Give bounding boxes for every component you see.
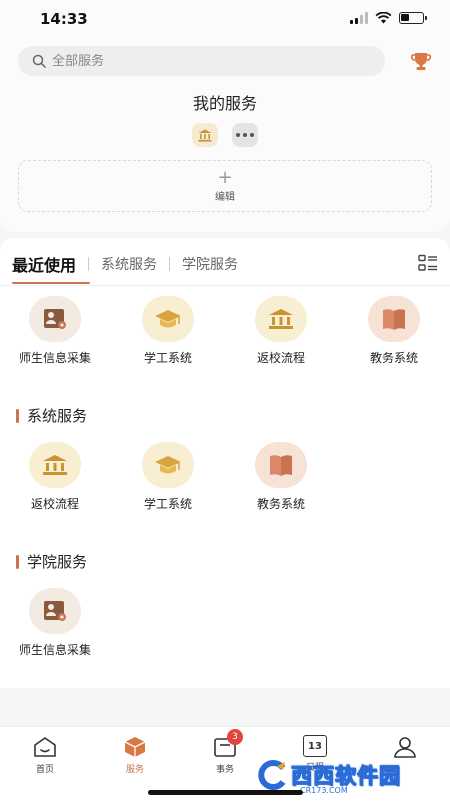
service-label: 教务系统 [369, 351, 418, 365]
status-bar: 14:33 [0, 0, 450, 40]
service-item[interactable]: 师生信息采集 [0, 296, 110, 366]
graduation-cap-icon [155, 456, 181, 474]
id-card-icon [44, 601, 66, 621]
home-icon [34, 737, 56, 757]
edit-services-button[interactable]: + 编辑 [18, 160, 432, 212]
tab-recent[interactable]: 最近使用 [12, 252, 76, 276]
bank-icon [269, 309, 293, 329]
nav-label: 服务 [125, 765, 144, 775]
nav-label: 首页 [35, 765, 54, 775]
bank-icon [198, 129, 212, 142]
my-services-shortcuts [0, 123, 450, 147]
calendar-icon: 13 [308, 740, 322, 752]
nav-service[interactable]: 服务 [105, 735, 165, 775]
service-tabs: 最近使用 系统服务 学院服务 [12, 252, 238, 276]
section-college: 学院服务 [16, 551, 87, 572]
my-services-title: 我的服务 [192, 94, 257, 113]
nav-home[interactable]: 首页 [15, 735, 75, 775]
signal-icon [350, 12, 368, 24]
wifi-icon [375, 12, 392, 24]
bank-icon [43, 455, 67, 475]
service-item[interactable]: 学工系统 [113, 442, 223, 512]
service-item[interactable]: 教务系统 [226, 442, 336, 512]
shortcut-bank[interactable] [192, 123, 218, 147]
search-input[interactable] [52, 53, 352, 69]
battery-icon [399, 12, 427, 24]
service-cube-icon [124, 737, 146, 757]
tab-separator [169, 257, 171, 271]
trophy-icon[interactable] [410, 50, 432, 72]
service-item[interactable]: 教务系统 [339, 296, 449, 366]
list-view-icon[interactable] [418, 254, 438, 272]
section-system: 系统服务 [16, 405, 87, 426]
service-label: 教务系统 [256, 497, 305, 511]
status-icons [350, 12, 427, 24]
watermark-logo-icon [258, 760, 286, 790]
service-label: 学工系统 [143, 497, 192, 511]
tab-system[interactable]: 系统服务 [101, 254, 157, 274]
more-icon [236, 133, 254, 137]
book-icon [383, 309, 405, 330]
search-bar[interactable] [18, 46, 385, 76]
service-label: 学工系统 [143, 351, 192, 365]
tab-separator [88, 257, 90, 271]
status-time: 14:33 [40, 10, 88, 28]
nav-tasks[interactable]: 3 事务 [195, 729, 255, 775]
tab-college[interactable]: 学院服务 [182, 254, 238, 274]
shortcut-more[interactable] [232, 123, 258, 147]
graduation-cap-icon [155, 310, 181, 328]
plus-icon: + [217, 166, 233, 188]
edit-label: 编辑 [215, 191, 235, 203]
section-title: 系统服务 [27, 407, 88, 425]
service-label: 师生信息采集 [18, 643, 91, 657]
tabs-divider [0, 285, 450, 286]
search-icon [32, 54, 46, 68]
id-card-icon [44, 309, 66, 329]
service-item[interactable]: 返校流程 [226, 296, 336, 366]
service-item[interactable]: 师生信息采集 [0, 588, 110, 658]
section-title: 学院服务 [27, 553, 88, 571]
service-item[interactable]: 学工系统 [113, 296, 223, 366]
watermark-sub: CR173.COM [300, 786, 348, 795]
service-label: 师生信息采集 [18, 351, 91, 365]
service-item[interactable]: 返校流程 [0, 442, 110, 512]
tasks-badge: 3 [227, 729, 243, 745]
book-icon [270, 455, 292, 476]
service-label: 返校流程 [30, 497, 79, 511]
profile-icon [394, 737, 416, 758]
service-label: 返校流程 [256, 351, 305, 365]
active-tab-indicator [12, 282, 90, 284]
nav-label: 事务 [215, 765, 234, 775]
home-indicator [148, 790, 303, 795]
